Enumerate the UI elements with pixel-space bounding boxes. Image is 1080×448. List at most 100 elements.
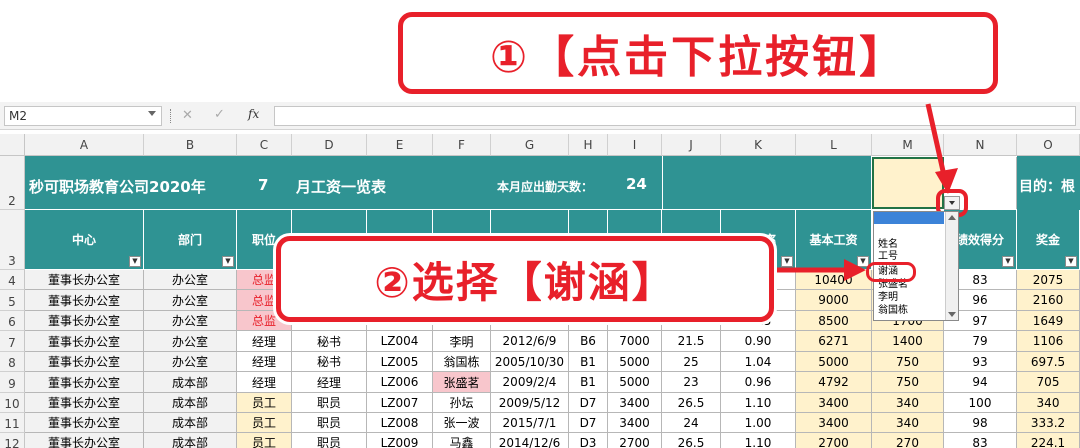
data-cell-b8[interactable]: 办公室 [144, 352, 237, 372]
data-cell-b9[interactable]: 成本部 [144, 372, 237, 393]
data-cell-a7[interactable]: 董事长办公室 [25, 331, 144, 352]
data-cell-f7[interactable]: 李明 [433, 331, 491, 352]
data-cell-o12[interactable]: 224.1 [1017, 433, 1080, 448]
data-cell-k12[interactable]: 1.10 [721, 433, 796, 448]
data-cell-j10[interactable]: 26.5 [662, 393, 721, 413]
data-cell-k8[interactable]: 1.04 [721, 352, 796, 372]
dropdown-option[interactable]: 姓名 [878, 239, 898, 250]
data-cell-d9[interactable]: 经理 [292, 372, 367, 393]
data-cell-l4[interactable]: 10400 [796, 270, 872, 290]
data-cell-b4[interactable]: 办公室 [144, 270, 237, 290]
column-header-c[interactable]: C [237, 134, 292, 156]
data-cell-a4[interactable]: 董事长办公室 [25, 270, 144, 290]
column-header-m[interactable]: M [872, 134, 944, 156]
column-header-k[interactable]: K [721, 134, 796, 156]
data-cell-g9[interactable]: 2009/2/4 [491, 372, 569, 393]
data-cell-n8[interactable]: 93 [944, 352, 1017, 372]
column-header-d[interactable]: D [292, 134, 367, 156]
data-cell-l6[interactable]: 8500 [796, 311, 872, 331]
column-header-e[interactable]: E [367, 134, 433, 156]
data-cell-d8[interactable]: 秘书 [292, 352, 367, 372]
data-cell-g7[interactable]: 2012/6/9 [491, 331, 569, 352]
scroll-up-icon[interactable] [948, 215, 956, 220]
data-cell-b10[interactable]: 成本部 [144, 393, 237, 413]
data-cell-j8[interactable]: 25 [662, 352, 721, 372]
dropdown-option[interactable]: 工号 [878, 251, 898, 262]
column-header-l[interactable]: L [796, 134, 872, 156]
dropdown-option[interactable]: 翁国栋 [878, 305, 908, 316]
data-cell-i12[interactable]: 2700 [608, 433, 662, 448]
data-cell-a11[interactable]: 董事长办公室 [25, 413, 144, 433]
name-box[interactable]: M2 [4, 106, 162, 126]
scroll-down-icon[interactable] [948, 312, 956, 317]
dropdown-option[interactable]: 李明 [878, 292, 898, 303]
data-cell-a9[interactable]: 董事长办公室 [25, 372, 144, 393]
column-header-f[interactable]: F [433, 134, 491, 156]
data-cell-l11[interactable]: 3400 [796, 413, 872, 433]
data-cell-n10[interactable]: 100 [944, 393, 1017, 413]
data-cell-j7[interactable]: 21.5 [662, 331, 721, 352]
data-cell-f9[interactable]: 张盛茗 [433, 372, 491, 393]
data-cell-n7[interactable]: 79 [944, 331, 1017, 352]
row-header-11[interactable]: 11 [0, 413, 25, 433]
data-cell-h11[interactable]: D7 [569, 413, 608, 433]
data-cell-o10[interactable]: 340 [1017, 393, 1080, 413]
column-header-j[interactable]: J [662, 134, 721, 156]
data-cell-a6[interactable]: 董事长办公室 [25, 311, 144, 331]
data-cell-e11[interactable]: LZ008 [367, 413, 433, 433]
data-cell-l10[interactable]: 3400 [796, 393, 872, 413]
data-cell-f8[interactable]: 翁国栋 [433, 352, 491, 372]
data-cell-c11[interactable]: 员工 [237, 413, 292, 433]
row-header-8[interactable]: 8 [0, 352, 25, 372]
data-cell-c8[interactable]: 经理 [237, 352, 292, 372]
data-cell-h10[interactable]: D7 [569, 393, 608, 413]
data-cell-o9[interactable]: 705 [1017, 372, 1080, 393]
data-cell-l5[interactable]: 9000 [796, 290, 872, 311]
data-cell-d12[interactable]: 职员 [292, 433, 367, 448]
row-header-9[interactable]: 9 [0, 372, 25, 393]
data-cell-m11[interactable]: 340 [872, 413, 944, 433]
data-cell-l12[interactable]: 2700 [796, 433, 872, 448]
data-cell-b6[interactable]: 办公室 [144, 311, 237, 331]
data-cell-i8[interactable]: 5000 [608, 352, 662, 372]
column-header-a[interactable]: A [25, 134, 144, 156]
data-cell-c9[interactable]: 经理 [237, 372, 292, 393]
data-cell-o11[interactable]: 333.2 [1017, 413, 1080, 433]
data-cell-g10[interactable]: 2009/5/12 [491, 393, 569, 413]
name-box-dropdown-icon[interactable] [148, 111, 156, 116]
insert-function-icon[interactable]: fx [248, 107, 259, 121]
data-cell-f12[interactable]: 马鑫 [433, 433, 491, 448]
data-cell-n11[interactable]: 98 [944, 413, 1017, 433]
formula-input[interactable] [274, 106, 1076, 126]
row-header-7[interactable]: 7 [0, 331, 25, 352]
data-cell-g8[interactable]: 2005/10/30 [491, 352, 569, 372]
data-cell-o7[interactable]: 1106 [1017, 331, 1080, 352]
data-cell-m9[interactable]: 750 [872, 372, 944, 393]
data-cell-o6[interactable]: 1649 [1017, 311, 1080, 331]
filter-button-icon[interactable]: ▼ [1002, 256, 1014, 267]
data-cell-i9[interactable]: 5000 [608, 372, 662, 393]
data-cell-g11[interactable]: 2015/7/1 [491, 413, 569, 433]
row-header-4[interactable]: 4 [0, 270, 25, 290]
data-cell-k10[interactable]: 1.10 [721, 393, 796, 413]
data-cell-a12[interactable]: 董事长办公室 [25, 433, 144, 448]
data-cell-b11[interactable]: 成本部 [144, 413, 237, 433]
data-cell-h8[interactable]: B1 [569, 352, 608, 372]
column-header-h[interactable]: H [569, 134, 608, 156]
data-cell-h12[interactable]: D3 [569, 433, 608, 448]
data-cell-i11[interactable]: 3400 [608, 413, 662, 433]
filter-button-icon[interactable]: ▼ [781, 256, 793, 267]
data-cell-c10[interactable]: 员工 [237, 393, 292, 413]
filter-button-icon[interactable]: ▼ [1065, 256, 1077, 267]
cancel-icon[interactable]: ✕ [182, 108, 193, 123]
data-cell-d10[interactable]: 职员 [292, 393, 367, 413]
data-cell-a10[interactable]: 董事长办公室 [25, 393, 144, 413]
data-cell-h9[interactable]: B1 [569, 372, 608, 393]
data-cell-d7[interactable]: 秘书 [292, 331, 367, 352]
data-cell-e7[interactable]: LZ004 [367, 331, 433, 352]
data-cell-b7[interactable]: 办公室 [144, 331, 237, 352]
data-cell-e10[interactable]: LZ007 [367, 393, 433, 413]
data-cell-k11[interactable]: 1.00 [721, 413, 796, 433]
row-header-2[interactable]: 2 [0, 156, 25, 210]
column-header-b[interactable]: B [144, 134, 237, 156]
